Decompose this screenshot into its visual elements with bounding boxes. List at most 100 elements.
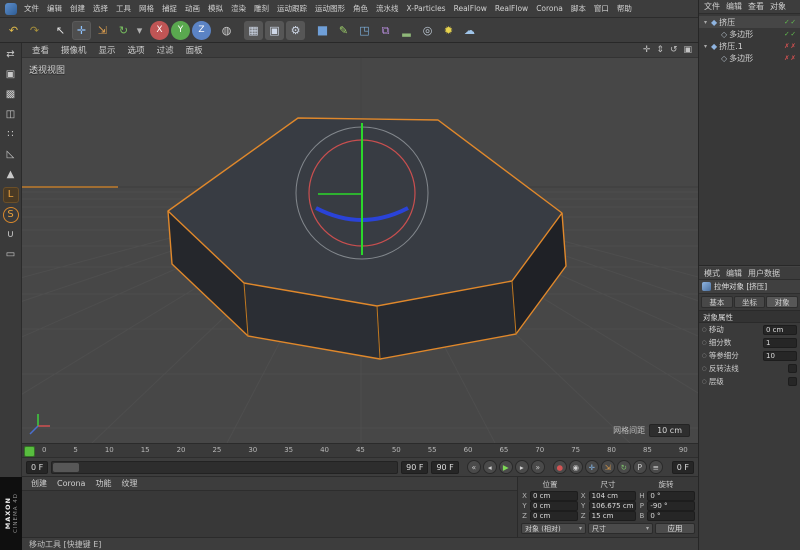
menu-item[interactable]: 选择 [89, 3, 112, 14]
position-field[interactable]: 0 cm [530, 511, 578, 521]
menu-item[interactable]: 窗口 [590, 3, 613, 14]
menu-item[interactable]: 模拟 [204, 3, 227, 14]
rotation-field[interactable]: -90 ° [647, 501, 695, 511]
expand-icon[interactable]: ▾ [702, 43, 709, 50]
workplane-lock-icon[interactable]: ▭ [3, 247, 19, 263]
viewport[interactable]: 查看摄像机显示选项过滤面板 ✛⇕↺▣ 透视视图 网格间距 10 cm [22, 43, 698, 443]
live-selection-icon[interactable]: ↖ [51, 21, 70, 40]
timeline-ruler[interactable]: 051015202530354045505560657075808590 [22, 443, 698, 458]
subdivision-surface-icon[interactable]: ◳ [355, 21, 374, 40]
viewport-menu-item[interactable]: 显示 [93, 44, 122, 56]
camera-object-icon[interactable]: ◎ [418, 21, 437, 40]
coordinate-system-icon[interactable]: ◍ [217, 21, 236, 40]
size-field[interactable]: 106.675 cm [589, 501, 637, 511]
material-menu-item[interactable]: 功能 [90, 478, 116, 489]
current-frame-field[interactable]: 0 F [672, 461, 694, 474]
x-axis-lock-icon[interactable]: X [150, 21, 169, 40]
rotation-field[interactable]: 0 ° [647, 491, 695, 501]
attribute-menu-item[interactable]: 编辑 [723, 268, 745, 279]
key-pla-button[interactable]: ≡ [649, 460, 663, 474]
play-button[interactable]: ▶ [499, 460, 513, 474]
object-enable-toggle[interactable]: ✗✗ [784, 54, 800, 62]
object-name[interactable]: 挤压.1 [719, 41, 743, 52]
menu-item[interactable]: 工具 [112, 3, 135, 14]
pen-spline-icon[interactable]: ✎ [334, 21, 353, 40]
model-mode-icon[interactable]: ▣ [3, 67, 19, 83]
range-slider-handle[interactable] [53, 463, 79, 472]
material-menu-item[interactable]: 纹理 [116, 478, 142, 489]
attribute-menu-item[interactable]: 模式 [701, 268, 723, 279]
viewport-menu-item[interactable]: 摄像机 [55, 44, 93, 56]
key-parameter-button[interactable]: P [633, 460, 647, 474]
apply-button[interactable]: 应用 [655, 523, 695, 534]
menu-item[interactable]: 网格 [135, 3, 158, 14]
menu-item[interactable]: 帮助 [613, 3, 636, 14]
start-frame-field[interactable]: 0 F [26, 461, 48, 474]
z-axis-lock-icon[interactable]: Z [192, 21, 211, 40]
attribute-tab[interactable]: 基本 [701, 296, 733, 308]
size-field[interactable]: 15 cm [589, 511, 637, 521]
autokey-button[interactable]: ◉ [569, 460, 583, 474]
object-row[interactable]: ◇ 多边形 ✓✓ [699, 28, 800, 40]
texture-mode-icon[interactable]: ▩ [3, 87, 19, 103]
object-row[interactable]: ▾ ◆ 挤压.1 ✗✗ [699, 40, 800, 52]
make-editable-icon[interactable]: ⇄ [3, 47, 19, 63]
menu-item[interactable]: 渲染 [227, 3, 250, 14]
object-row[interactable]: ▾ ◆ 挤压 ✓✓ [699, 16, 800, 28]
points-mode-icon[interactable]: ∷ [3, 127, 19, 143]
polygons-mode-icon[interactable]: ▲ [3, 167, 19, 183]
end-frame-field[interactable]: 90 F [401, 461, 428, 474]
menu-item[interactable]: 创建 [66, 3, 89, 14]
rotation-field[interactable]: 0 ° [647, 511, 695, 521]
menu-item[interactable]: 运动跟踪 [273, 3, 311, 14]
object-name[interactable]: 挤压 [719, 17, 735, 28]
zoom-view-icon[interactable]: ⇕ [656, 45, 664, 55]
property-field[interactable]: 10 [763, 351, 797, 361]
attribute-tab[interactable]: 坐标 [734, 296, 766, 308]
size-field[interactable]: 104 cm [589, 491, 637, 501]
position-field[interactable]: 0 cm [530, 501, 578, 511]
light-object-icon[interactable]: ✹ [439, 21, 458, 40]
attribute-menu-item[interactable]: 用户数据 [745, 268, 783, 279]
cube-primitive-icon[interactable]: ■ [313, 21, 332, 40]
property-field[interactable]: 0 cm [763, 325, 797, 335]
undo-icon[interactable]: ↶ [4, 21, 23, 40]
rotate-view-icon[interactable]: ↺ [670, 45, 678, 55]
menu-item[interactable]: 捕捉 [158, 3, 181, 14]
current-frame-marker[interactable] [24, 446, 35, 457]
grid-spacing-value[interactable]: 10 cm [649, 424, 690, 437]
redo-icon[interactable]: ↷ [25, 21, 44, 40]
next-frame-button[interactable]: ▸ [515, 460, 529, 474]
object-row[interactable]: ◇ 多边形 ✗✗ [699, 52, 800, 64]
viewport-canvas[interactable] [22, 43, 698, 443]
rotate-tool-icon[interactable]: ↻ [114, 21, 133, 40]
viewport-menu-item[interactable]: 过滤 [151, 44, 180, 56]
menu-item[interactable]: 流水线 [372, 3, 403, 14]
enable-axis-icon[interactable]: L [3, 187, 19, 203]
position-field[interactable]: 0 cm [530, 491, 578, 501]
attribute-tab[interactable]: 对象 [766, 296, 798, 308]
key-scale-button[interactable]: ⇲ [601, 460, 615, 474]
object-manager-menu-item[interactable]: 查看 [745, 1, 767, 12]
end-frame-field-2[interactable]: 90 F [431, 461, 458, 474]
prev-frame-button[interactable]: ◂ [483, 460, 497, 474]
menu-item[interactable]: 编辑 [43, 3, 66, 14]
menu-item[interactable]: X-Particles [403, 4, 450, 13]
goto-end-button[interactable]: » [531, 460, 545, 474]
record-keyframe-button[interactable]: ● [553, 460, 567, 474]
viewport-menu-item[interactable]: 查看 [26, 44, 55, 56]
menu-item[interactable]: Corona [532, 4, 567, 13]
viewport-menu-item[interactable]: 面板 [180, 44, 209, 56]
property-field[interactable]: 1 [763, 338, 797, 348]
solo-mode-icon[interactable]: S [3, 207, 19, 223]
expand-icon[interactable]: ▾ [702, 19, 709, 26]
object-enable-toggle[interactable]: ✓✓ [784, 30, 800, 38]
y-axis-lock-icon[interactable]: Y [171, 21, 190, 40]
menu-item[interactable]: 运动图形 [311, 3, 349, 14]
object-manager-menu-item[interactable]: 对象 [767, 1, 789, 12]
object-manager-menu-item[interactable]: 文件 [701, 1, 723, 12]
edges-mode-icon[interactable]: ◺ [3, 147, 19, 163]
menu-item[interactable]: 动画 [181, 3, 204, 14]
object-name[interactable]: 多边形 [729, 29, 753, 40]
menu-item[interactable]: 雕刻 [250, 3, 273, 14]
